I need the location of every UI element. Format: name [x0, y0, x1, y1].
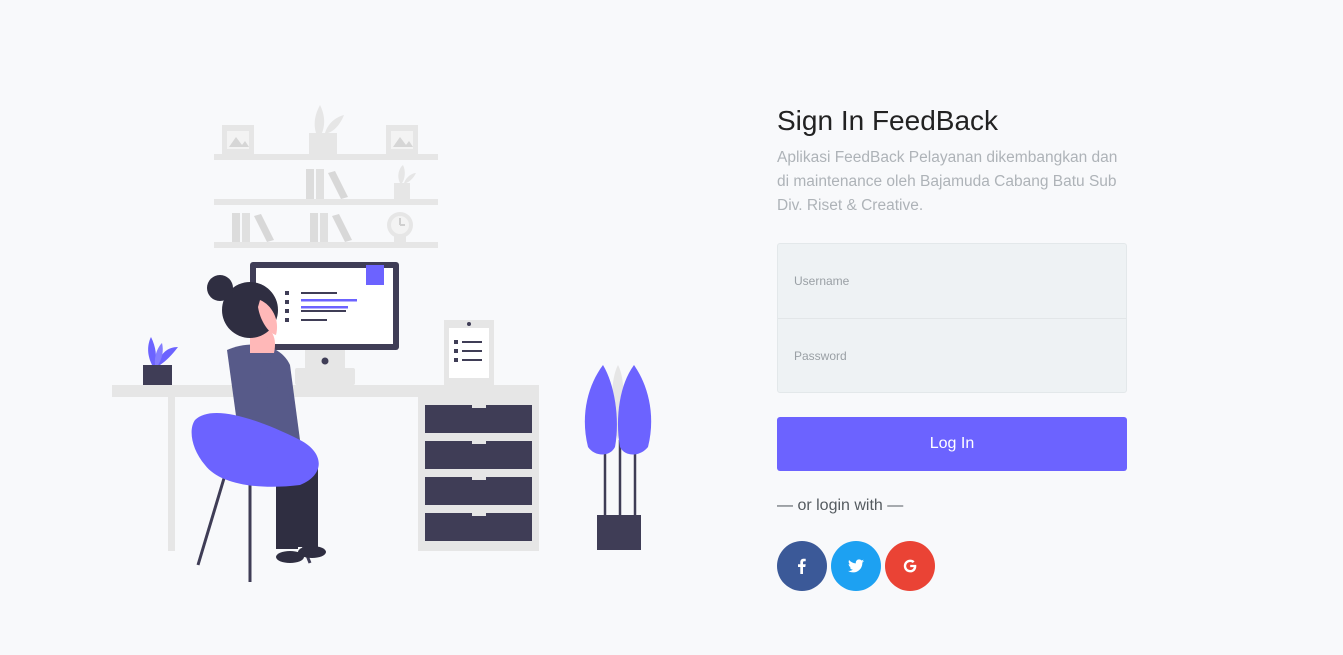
or-login-with-text: — or login with —	[777, 497, 904, 514]
facebook-login-button[interactable]	[777, 541, 827, 591]
username-field-wrapper	[778, 244, 1126, 318]
clipboard	[444, 320, 494, 385]
credentials-fieldset	[777, 243, 1127, 393]
password-input[interactable]	[792, 347, 1112, 364]
google-icon	[903, 559, 917, 573]
facebook-icon	[798, 558, 806, 574]
twitter-login-button[interactable]	[831, 541, 881, 591]
sign-in-page: Sign In FeedBack Aplikasi FeedBack Pelay…	[0, 0, 1343, 655]
social-login-group	[777, 541, 1127, 591]
twitter-icon	[848, 559, 864, 573]
username-input[interactable]	[792, 273, 1112, 289]
app-description: Aplikasi FeedBack Pelayanan dikembangkan…	[777, 149, 1118, 214]
floor-plant	[584, 365, 652, 550]
desk-plant	[143, 337, 178, 385]
login-form: Sign In FeedBack Aplikasi FeedBack Pelay…	[777, 100, 1127, 591]
shelves	[214, 105, 438, 248]
google-login-button[interactable]	[885, 541, 935, 591]
password-field-wrapper	[778, 318, 1126, 392]
page-title: Sign In FeedBack	[777, 105, 999, 136]
workspace-illustration	[112, 105, 652, 582]
login-button[interactable]: Log In	[777, 417, 1127, 471]
